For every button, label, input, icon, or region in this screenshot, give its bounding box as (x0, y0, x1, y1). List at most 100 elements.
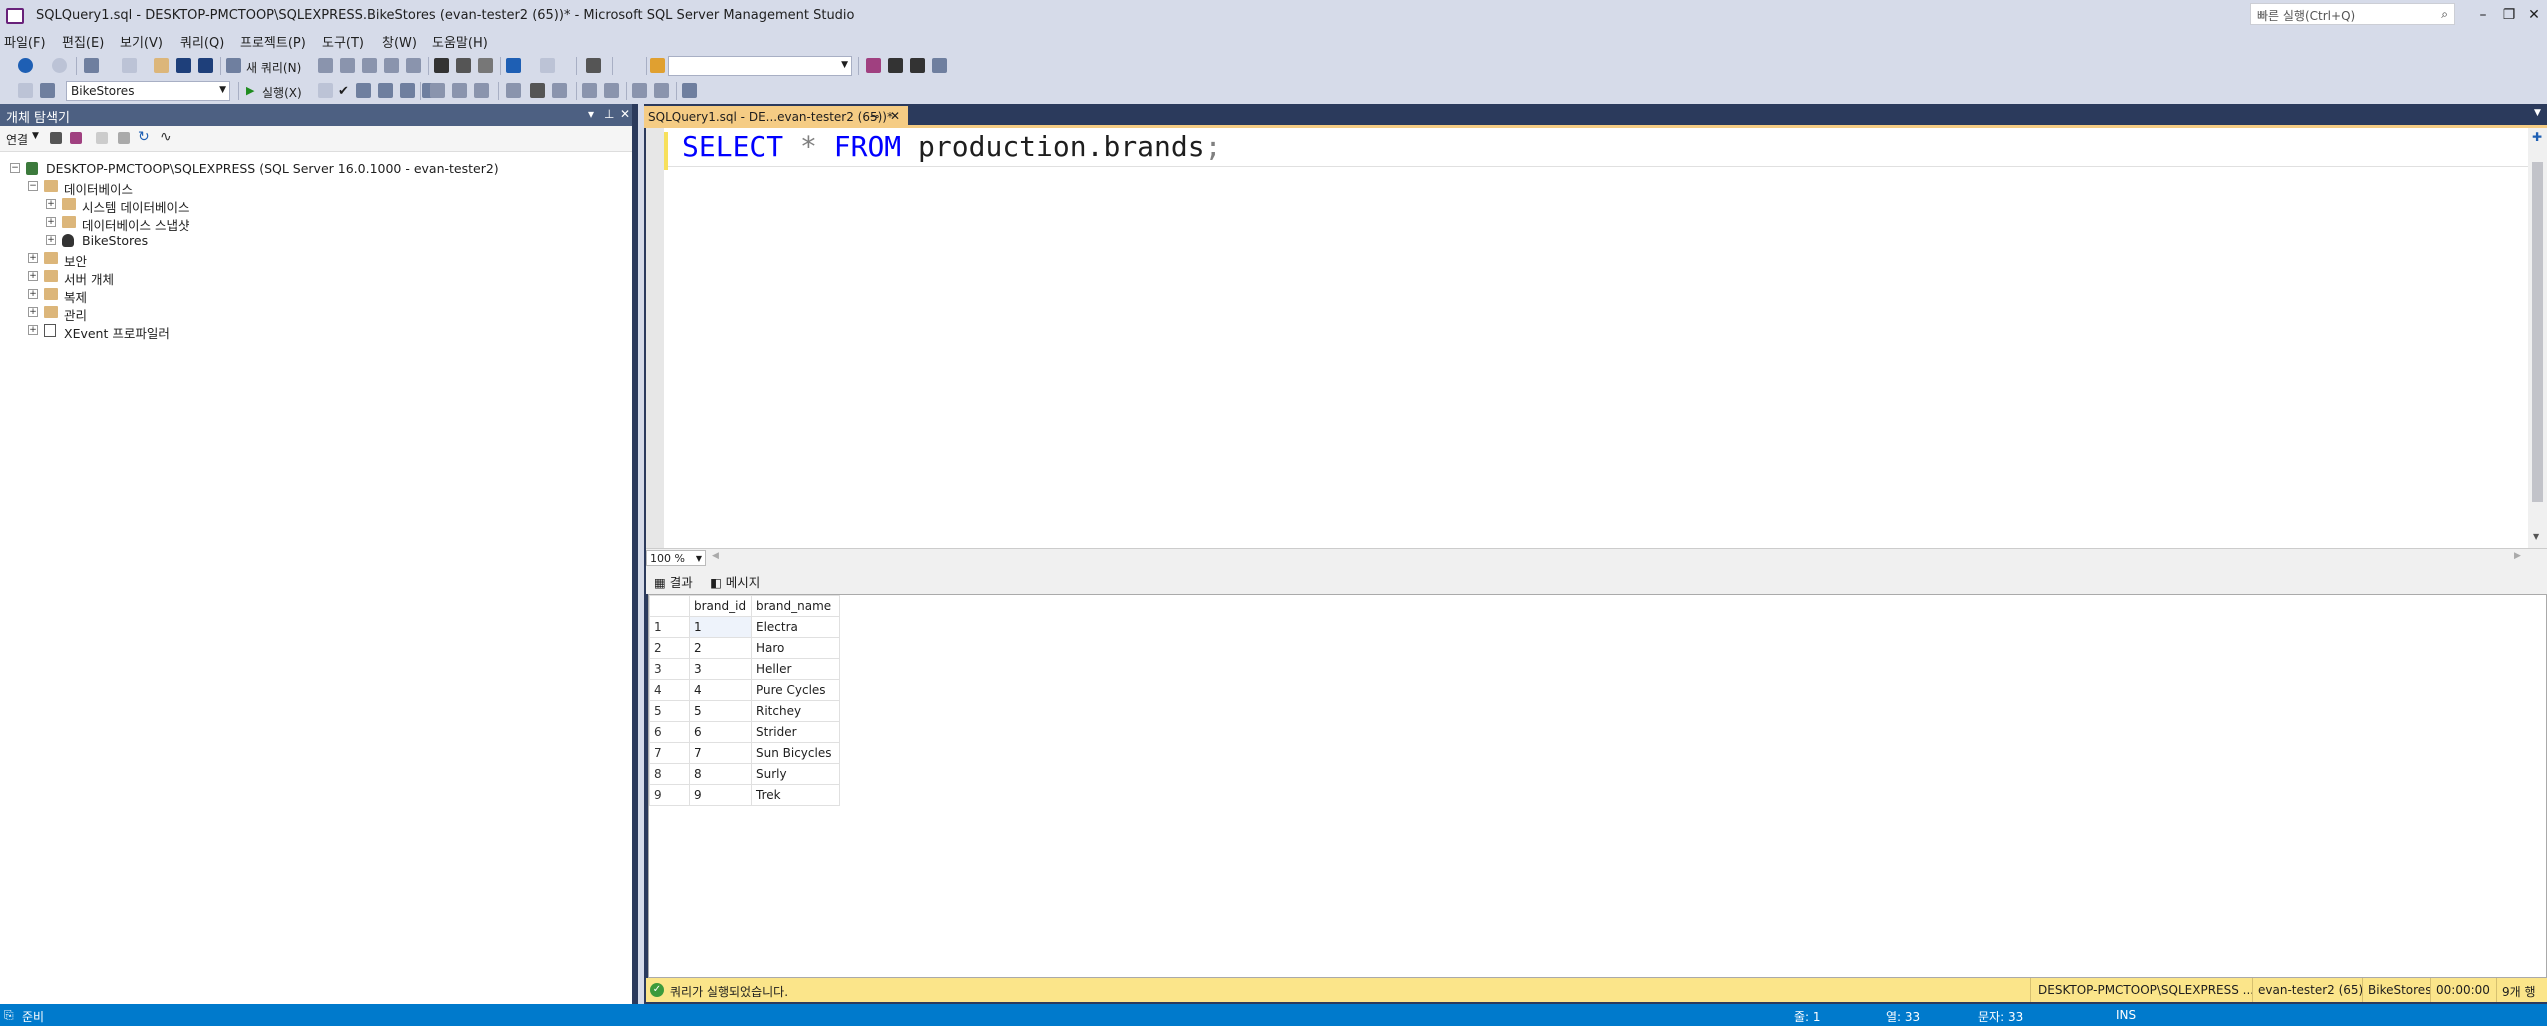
brand-id-cell[interactable]: 8 (689, 763, 752, 785)
row-number-cell[interactable]: 5 (649, 700, 690, 722)
filter-icon[interactable] (118, 132, 130, 144)
undo-icon[interactable] (506, 58, 521, 73)
brand-id-cell[interactable]: 9 (689, 784, 752, 806)
execute-icon[interactable]: ▶ (246, 84, 254, 97)
tab-results[interactable]: ▦ 결과 (654, 572, 693, 591)
analysis-dax-icon[interactable] (406, 58, 421, 73)
change-connection-icon[interactable] (40, 83, 55, 98)
new-file-icon[interactable] (122, 58, 137, 73)
column-header-brand-id[interactable]: brand_id (689, 595, 752, 617)
close-icon[interactable]: ✕ (890, 109, 900, 123)
pin-icon[interactable]: ⊸ (870, 110, 879, 123)
live-stats-icon[interactable] (452, 83, 467, 98)
restore-button[interactable]: ❐ (2496, 4, 2522, 26)
brand-name-cell[interactable]: Haro (751, 637, 840, 659)
activity-monitor-icon[interactable]: ∿ (160, 129, 172, 145)
brand-id-cell[interactable]: 3 (689, 658, 752, 680)
expand-icon[interactable]: + (28, 271, 38, 281)
cancel-query-icon[interactable] (318, 83, 333, 98)
table-row[interactable]: 6 6 Strider (649, 721, 840, 743)
save-icon[interactable] (176, 58, 191, 73)
brand-name-cell[interactable]: Surly (751, 763, 840, 785)
display-plan-icon[interactable] (356, 83, 371, 98)
connect-icon[interactable] (50, 132, 62, 144)
close-button[interactable]: ✕ (2521, 4, 2547, 26)
database-select[interactable]: BikeStores ▼ (66, 81, 230, 101)
expand-icon[interactable]: + (28, 289, 38, 299)
results-text-icon[interactable] (506, 83, 521, 98)
collapse-icon[interactable]: − (10, 163, 20, 173)
quick-launch-input[interactable]: 빠른 실행(Ctrl+Q) ⌕ (2250, 3, 2455, 25)
find-in-files-icon[interactable] (650, 58, 665, 73)
split-icon[interactable]: ✚ (2532, 130, 2542, 144)
tab-messages[interactable]: ◧ 메시지 (710, 572, 760, 591)
increase-indent-icon[interactable] (654, 83, 669, 98)
results-to-text-icon[interactable] (400, 83, 415, 98)
new-query-button[interactable]: 새 쿼리(N) (246, 59, 301, 76)
scroll-right-icon[interactable]: ▶ (2514, 551, 2521, 561)
column-header-brand-name[interactable]: brand_name (751, 595, 840, 617)
stop-icon[interactable] (96, 132, 108, 144)
properties-icon[interactable] (866, 58, 881, 73)
results-file-icon[interactable] (552, 83, 567, 98)
scroll-thumb[interactable] (2532, 162, 2543, 502)
db-engine-query-icon[interactable] (318, 58, 333, 73)
sql-code[interactable]: SELECT * FROM production.brands; (682, 130, 1221, 163)
client-stats-icon[interactable] (474, 83, 489, 98)
brand-id-cell[interactable]: 1 (689, 616, 752, 638)
zoom-select[interactable]: 100 % ▼ (646, 550, 706, 566)
menu-query[interactable]: 쿼리(Q) (180, 32, 224, 51)
parse-check-icon[interactable]: ✔ (338, 84, 349, 99)
row-number-cell[interactable]: 9 (649, 784, 690, 806)
analysis-mdx-icon[interactable] (340, 58, 355, 73)
brand-id-cell[interactable]: 2 (689, 637, 752, 659)
close-icon[interactable]: ✕ (620, 107, 630, 121)
paste-icon[interactable] (478, 58, 493, 73)
row-number-header[interactable] (649, 595, 690, 617)
window-position-icon[interactable]: ▾ (588, 107, 594, 121)
menu-file[interactable]: 파일(F) (4, 32, 46, 51)
brand-id-cell[interactable]: 6 (689, 721, 752, 743)
connect-icon[interactable] (18, 83, 33, 98)
disconnect-icon[interactable] (70, 132, 82, 144)
brand-id-cell[interactable]: 4 (689, 679, 752, 701)
brand-name-cell[interactable]: Trek (751, 784, 840, 806)
new-query-icon[interactable] (226, 58, 241, 73)
window-layout-icon[interactable] (932, 58, 947, 73)
table-row[interactable]: 5 5 Ritchey (649, 700, 840, 722)
comment-icon[interactable] (582, 83, 597, 98)
cut-icon[interactable] (434, 58, 449, 73)
open-folder-icon[interactable] (154, 58, 169, 73)
row-number-cell[interactable]: 2 (649, 637, 690, 659)
brand-id-cell[interactable]: 5 (689, 700, 752, 722)
table-row[interactable]: 2 2 Haro (649, 637, 840, 659)
connect-dropdown[interactable]: 연결 (6, 131, 28, 148)
row-number-cell[interactable]: 7 (649, 742, 690, 764)
menu-window[interactable]: 창(W) (382, 32, 417, 51)
object-explorer-icon[interactable] (586, 58, 601, 73)
redo-icon[interactable] (540, 58, 555, 73)
tab-sqlquery1[interactable]: SQLQuery1.sql - DE...evan-tester2 (65))*… (644, 106, 908, 128)
brand-name-cell[interactable]: Electra (751, 616, 840, 638)
row-number-cell[interactable]: 6 (649, 721, 690, 743)
row-number-cell[interactable]: 4 (649, 679, 690, 701)
execute-button[interactable]: 실행(X) (262, 84, 302, 101)
menu-tools[interactable]: 도구(T) (322, 32, 364, 51)
brand-name-cell[interactable]: Ritchey (751, 700, 840, 722)
editor-vertical-scrollbar[interactable]: ✚ ▼ (2528, 128, 2547, 548)
pin-icon[interactable]: ⊥ (604, 107, 614, 121)
back-icon[interactable] (18, 58, 33, 73)
table-row[interactable]: 7 7 Sun Bicycles (649, 742, 840, 764)
new-project-icon[interactable] (84, 58, 99, 73)
include-plan-icon[interactable] (430, 83, 445, 98)
brand-name-cell[interactable]: Sun Bicycles (751, 742, 840, 764)
collapse-icon[interactable]: − (28, 181, 38, 191)
table-row[interactable]: 4 4 Pure Cycles (649, 679, 840, 701)
sql-editor[interactable]: SELECT * FROM production.brands; (646, 128, 2528, 548)
ssms-app-icon[interactable] (6, 8, 24, 24)
brand-id-cell[interactable]: 7 (689, 742, 752, 764)
expand-icon[interactable]: + (28, 307, 38, 317)
solution-config-combo[interactable]: ▼ (668, 56, 852, 76)
refresh-icon[interactable]: ↻ (138, 129, 150, 145)
table-row[interactable]: 9 9 Trek (649, 784, 840, 806)
